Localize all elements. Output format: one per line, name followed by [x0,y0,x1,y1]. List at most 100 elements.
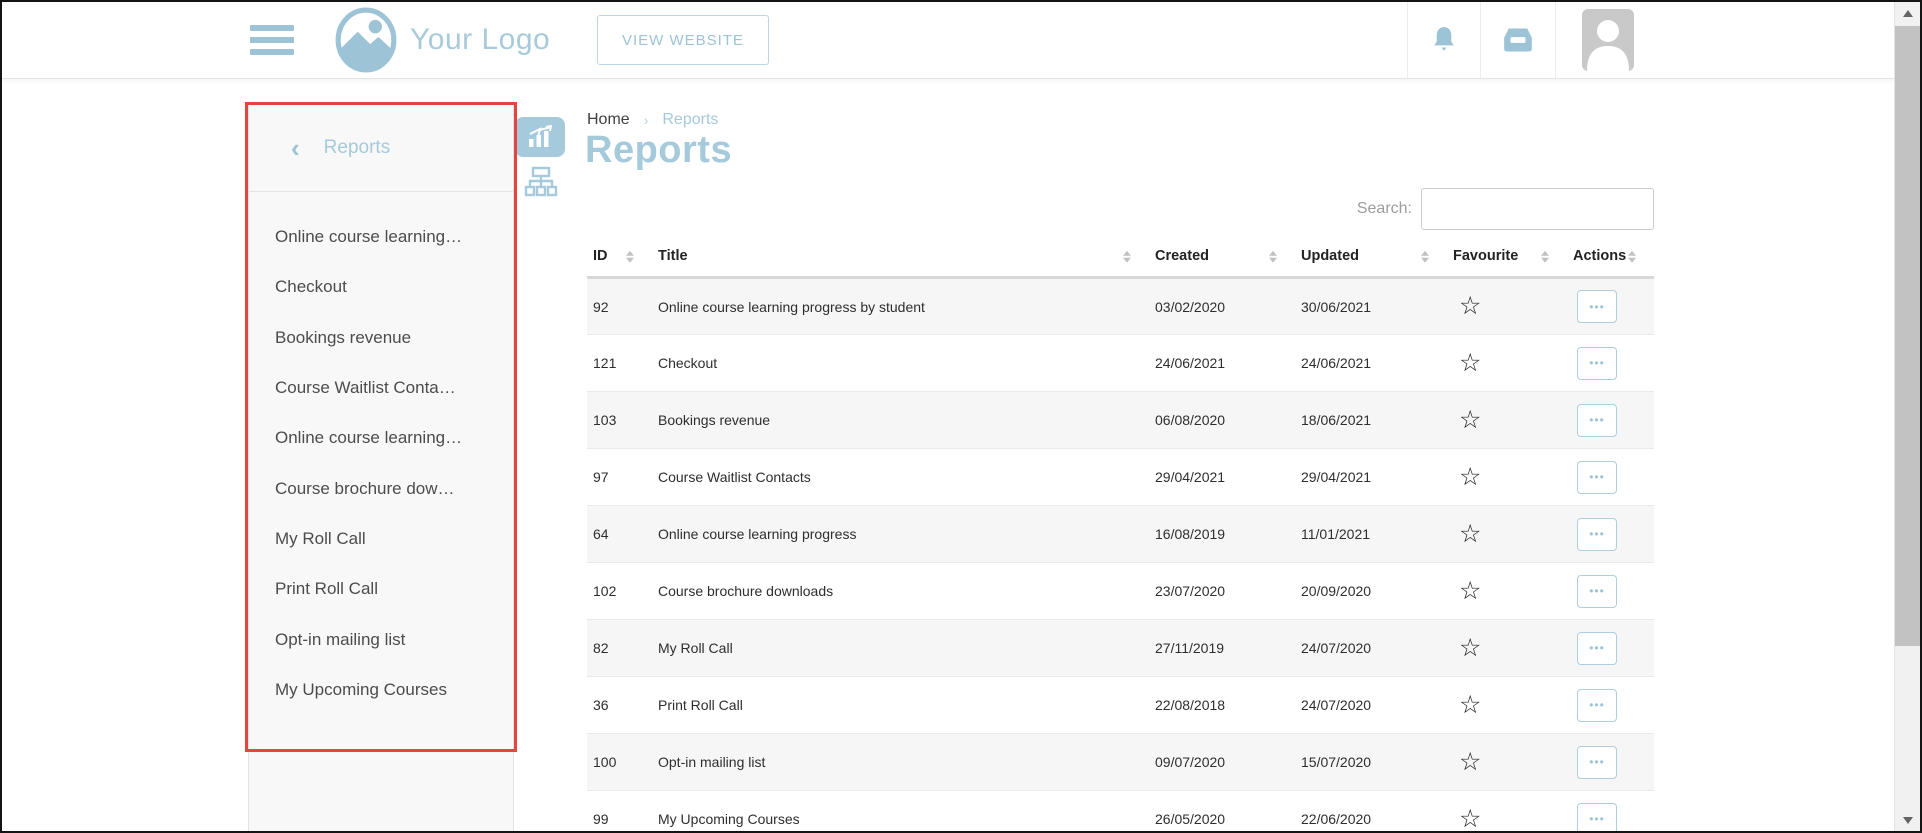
column-header-updated[interactable]: Updated [1295,240,1447,278]
bar-chart-icon [526,125,554,149]
table-header-row: ID Title Created Updated Favourite Actio… [587,240,1654,278]
favourite-star-icon[interactable]: ☆ [1459,691,1481,719]
scroll-down-button[interactable] [1895,809,1920,831]
cell-favourite: ☆ [1447,335,1567,392]
cell-actions: ••• [1567,392,1654,449]
sidebar-report-item[interactable]: Course brochure dow… [249,463,513,513]
table-row: 64 Online course learning progress 16/08… [587,506,1654,563]
ellipsis-icon: ••• [1589,414,1605,426]
column-header-created[interactable]: Created [1149,240,1295,278]
sidebar-back-header[interactable]: ‹ Reports [249,104,513,192]
cell-favourite: ☆ [1447,620,1567,677]
cell-actions: ••• [1567,791,1654,833]
favourite-star-icon[interactable]: ☆ [1459,634,1481,662]
sort-icon[interactable] [1541,251,1549,263]
logo-text[interactable]: Your Logo [410,23,550,57]
sidebar-report-item[interactable]: Opt-in mailing list [249,614,513,664]
row-actions-button[interactable]: ••• [1577,404,1617,437]
row-actions-button[interactable]: ••• [1577,632,1617,665]
column-header-title[interactable]: Title [652,240,1149,278]
row-actions-button[interactable]: ••• [1577,803,1617,833]
cell-updated: 20/09/2020 [1295,563,1447,620]
sort-icon[interactable] [1628,251,1636,263]
cell-actions: ••• [1567,278,1654,335]
cell-created: 16/08/2019 [1149,506,1295,563]
hamburger-menu-icon[interactable] [250,19,294,61]
favourite-star-icon[interactable]: ☆ [1459,349,1481,377]
sidebar-report-item[interactable]: Course Waitlist Conta… [249,363,513,413]
cell-actions: ••• [1567,677,1654,734]
cell-updated: 24/07/2020 [1295,677,1447,734]
vertical-scrollbar [1894,2,1920,831]
row-actions-button[interactable]: ••• [1577,575,1617,608]
column-header-favourite[interactable]: Favourite [1447,240,1567,278]
cell-title: Bookings revenue [652,392,1149,449]
favourite-star-icon[interactable]: ☆ [1459,292,1481,320]
ellipsis-icon: ••• [1589,357,1605,369]
sidebar-report-item[interactable]: Bookings revenue [249,313,513,363]
table-row: 99 My Upcoming Courses 26/05/2020 22/06/… [587,791,1654,833]
user-avatar[interactable] [1555,2,1659,78]
table-row: 82 My Roll Call 27/11/2019 24/07/2020 ☆ … [587,620,1654,677]
sort-icon[interactable] [1421,251,1429,263]
cell-actions: ••• [1567,335,1654,392]
favourite-star-icon[interactable]: ☆ [1459,805,1481,833]
ellipsis-icon: ••• [1589,642,1605,654]
inbox-button[interactable] [1480,2,1555,78]
favourite-star-icon[interactable]: ☆ [1459,748,1481,776]
cell-favourite: ☆ [1447,563,1567,620]
cell-created: 03/02/2020 [1149,278,1295,335]
page-title: Reports [585,129,732,172]
table-row: 103 Bookings revenue 06/08/2020 18/06/20… [587,392,1654,449]
cell-id: 92 [587,278,652,335]
logo-image-icon[interactable] [333,7,399,73]
column-header-id[interactable]: ID [587,240,652,278]
cell-favourite: ☆ [1447,392,1567,449]
chart-view-button[interactable] [515,117,565,157]
row-actions-button[interactable]: ••• [1577,461,1617,494]
reports-table-container: ID Title Created Updated Favourite Actio… [587,240,1654,833]
sidebar-report-item[interactable]: My Roll Call [249,514,513,564]
cell-created: 27/11/2019 [1149,620,1295,677]
cell-created: 06/08/2020 [1149,392,1295,449]
row-actions-button[interactable]: ••• [1577,689,1617,722]
scroll-up-button[interactable] [1895,2,1920,24]
sidebar-report-item[interactable]: Online course learning… [249,212,513,262]
sidebar-report-item[interactable]: Checkout [249,262,513,312]
sitemap-view-button[interactable] [524,166,558,198]
sidebar-report-item[interactable]: Online course learning… [249,413,513,463]
cell-id: 97 [587,449,652,506]
cell-favourite: ☆ [1447,278,1567,335]
column-header-actions[interactable]: Actions [1567,240,1654,278]
row-actions-button[interactable]: ••• [1577,290,1617,323]
sort-icon[interactable] [1269,251,1277,263]
favourite-star-icon[interactable]: ☆ [1459,577,1481,605]
cell-id: 103 [587,392,652,449]
favourite-star-icon[interactable]: ☆ [1459,406,1481,434]
scrollbar-thumb[interactable] [1895,26,1920,646]
sidebar-report-item[interactable]: My Upcoming Courses [249,665,513,715]
cell-title: My Roll Call [652,620,1149,677]
row-actions-button[interactable]: ••• [1577,347,1617,380]
cell-favourite: ☆ [1447,449,1567,506]
favourite-star-icon[interactable]: ☆ [1459,520,1481,548]
notifications-button[interactable] [1407,2,1480,78]
sidebar-report-item[interactable]: Print Roll Call [249,564,513,614]
ellipsis-icon: ••• [1589,528,1605,540]
cell-updated: 29/04/2021 [1295,449,1447,506]
row-actions-button[interactable]: ••• [1577,518,1617,551]
search-input[interactable] [1421,188,1654,230]
sort-icon[interactable] [1123,251,1131,263]
cell-updated: 24/06/2021 [1295,335,1447,392]
cell-actions: ••• [1567,506,1654,563]
cell-favourite: ☆ [1447,677,1567,734]
cell-favourite: ☆ [1447,734,1567,791]
cell-actions: ••• [1567,734,1654,791]
view-website-button[interactable]: VIEW WEBSITE [597,15,769,65]
breadcrumb-home-link[interactable]: Home [587,111,630,129]
row-actions-button[interactable]: ••• [1577,746,1617,779]
sort-icon[interactable] [626,251,634,263]
favourite-star-icon[interactable]: ☆ [1459,463,1481,491]
breadcrumb-separator-icon: › [644,112,649,128]
cell-id: 121 [587,335,652,392]
